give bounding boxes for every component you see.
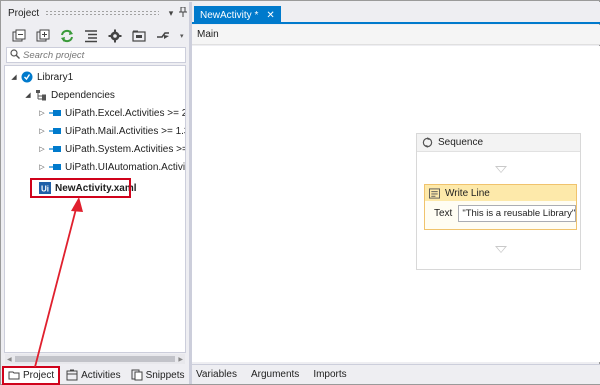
document-tab-label: NewActivity * <box>200 9 259 21</box>
refresh-icon[interactable] <box>58 28 76 44</box>
breadcrumb-item[interactable]: Main <box>197 29 219 40</box>
tab-label: Activities <box>81 369 121 381</box>
expanded-arrow-icon[interactable]: ◢ <box>9 73 19 81</box>
tree-item-dependency[interactable]: ▷ UiPath.UIAutomation.Activities <box>37 158 186 176</box>
tree-item-label: UiPath.Excel.Activities >= 2.5.2 <box>65 107 185 119</box>
writeline-activity[interactable]: Write Line Text "This is a reusable Libr… <box>424 184 577 230</box>
tab-project[interactable]: Project <box>2 365 61 385</box>
sequence-activity[interactable]: Sequence Write Line Text "This is a reus… <box>416 133 581 270</box>
collapsed-arrow-icon[interactable]: ▷ <box>37 163 47 171</box>
dependencies-icon <box>35 89 47 101</box>
tree-item-label: Library1 <box>37 71 74 83</box>
drop-target-icon[interactable] <box>495 246 507 253</box>
search-icon <box>10 48 20 62</box>
pin-icon[interactable] <box>177 6 189 19</box>
folder-icon <box>8 371 20 380</box>
pane-grip[interactable] <box>45 10 159 16</box>
settings-icon[interactable] <box>106 28 124 44</box>
package-icon <box>49 107 61 119</box>
scrollbar-thumb[interactable] <box>14 356 176 362</box>
writeline-icon <box>429 187 440 199</box>
search-input[interactable] <box>23 49 173 61</box>
app-window: Project ▾ ▾ Search project ◢ Library1 ◢ … <box>0 0 600 385</box>
properties-icon[interactable] <box>82 28 100 44</box>
writeline-title: Write Line <box>445 187 490 199</box>
pane-menu-icon[interactable]: ▾ <box>165 8 177 19</box>
project-pane-header: Project ▾ <box>2 2 189 24</box>
tab-label: Snippets <box>145 369 185 381</box>
activities-icon <box>66 369 78 381</box>
package-icon <box>49 143 61 155</box>
project-pane: Project ▾ ▾ Search project ◢ Library1 ◢ … <box>2 2 189 385</box>
collapsed-arrow-icon[interactable]: ▷ <box>37 127 47 135</box>
open-folder-icon[interactable] <box>130 28 148 44</box>
package-icon <box>49 161 61 173</box>
tree-item-dependency[interactable]: ▷ UiPath.Excel.Activities >= 2.5.2 <box>37 104 185 122</box>
tree-item-label: Dependencies <box>51 89 115 101</box>
tree-item-label: UiPath.UIAutomation.Activities <box>65 161 186 173</box>
publish-icon[interactable] <box>154 28 172 44</box>
collapsed-arrow-icon[interactable]: ▷ <box>37 145 47 153</box>
package-icon <box>49 125 61 137</box>
tree-item-label: UiPath.System.Activities >= 19 <box>65 143 185 155</box>
tree-item-dependencies[interactable]: ◢ Dependencies <box>23 86 115 104</box>
designer-canvas[interactable]: Sequence Write Line Text "This is a reus… <box>192 46 600 362</box>
project-tree: ◢ Library1 ◢ Dependencies ▷ UiPath.Excel… <box>4 65 186 353</box>
tab-imports[interactable]: Imports <box>313 369 346 380</box>
project-pane-title: Project <box>8 7 40 19</box>
sequence-header[interactable]: Sequence <box>417 134 580 152</box>
collapsed-arrow-icon[interactable]: ▷ <box>37 109 47 117</box>
search-box <box>6 47 186 63</box>
expand-all-icon[interactable] <box>34 28 52 44</box>
sequence-title: Sequence <box>438 137 484 148</box>
tree-item-dependency[interactable]: ▷ UiPath.Mail.Activities >= 1.3.0 <box>37 122 186 140</box>
library-icon <box>21 71 33 83</box>
tab-activities[interactable]: Activities <box>62 366 124 384</box>
tree-item-dependency[interactable]: ▷ UiPath.System.Activities >= 19 <box>37 140 185 158</box>
writeline-header[interactable]: Write Line <box>425 185 576 201</box>
tree-item-library[interactable]: ◢ Library1 <box>9 68 73 86</box>
breadcrumb: Main <box>192 25 600 45</box>
expanded-arrow-icon[interactable]: ◢ <box>23 91 33 99</box>
left-pane-tabs: Project Activities Snippets <box>2 365 189 385</box>
tab-label: Project <box>23 369 55 381</box>
text-value-field[interactable]: "This is a reusable Library" <box>458 205 576 222</box>
close-icon[interactable]: ✕ <box>266 10 274 21</box>
highlight-box-file <box>30 178 131 198</box>
designer-bottom-tabs: Variables Arguments Imports <box>192 364 600 384</box>
sequence-icon <box>422 137 433 148</box>
drop-target-icon[interactable] <box>495 166 507 173</box>
text-label: Text <box>434 208 453 219</box>
tab-newactivity[interactable]: NewActivity * ✕ <box>194 6 281 24</box>
project-toolbar: ▾ <box>2 26 189 46</box>
horizontal-scrollbar[interactable]: ◀ ▶ <box>5 354 185 364</box>
writeline-body: Text "This is a reusable Library" <box>425 201 576 222</box>
toolbar-overflow-icon[interactable]: ▾ <box>180 32 184 40</box>
tab-variables[interactable]: Variables <box>196 369 237 380</box>
document-tabstrip: NewActivity * ✕ <box>192 2 600 24</box>
tab-snippets[interactable]: Snippets <box>127 366 189 384</box>
collapse-all-icon[interactable] <box>10 28 28 44</box>
scroll-left-icon[interactable]: ◀ <box>7 356 12 363</box>
scroll-right-icon[interactable]: ▶ <box>178 356 183 363</box>
tree-item-label: UiPath.Mail.Activities >= 1.3.0 <box>65 125 186 137</box>
tab-arguments[interactable]: Arguments <box>251 369 299 380</box>
snippets-icon <box>131 369 143 381</box>
